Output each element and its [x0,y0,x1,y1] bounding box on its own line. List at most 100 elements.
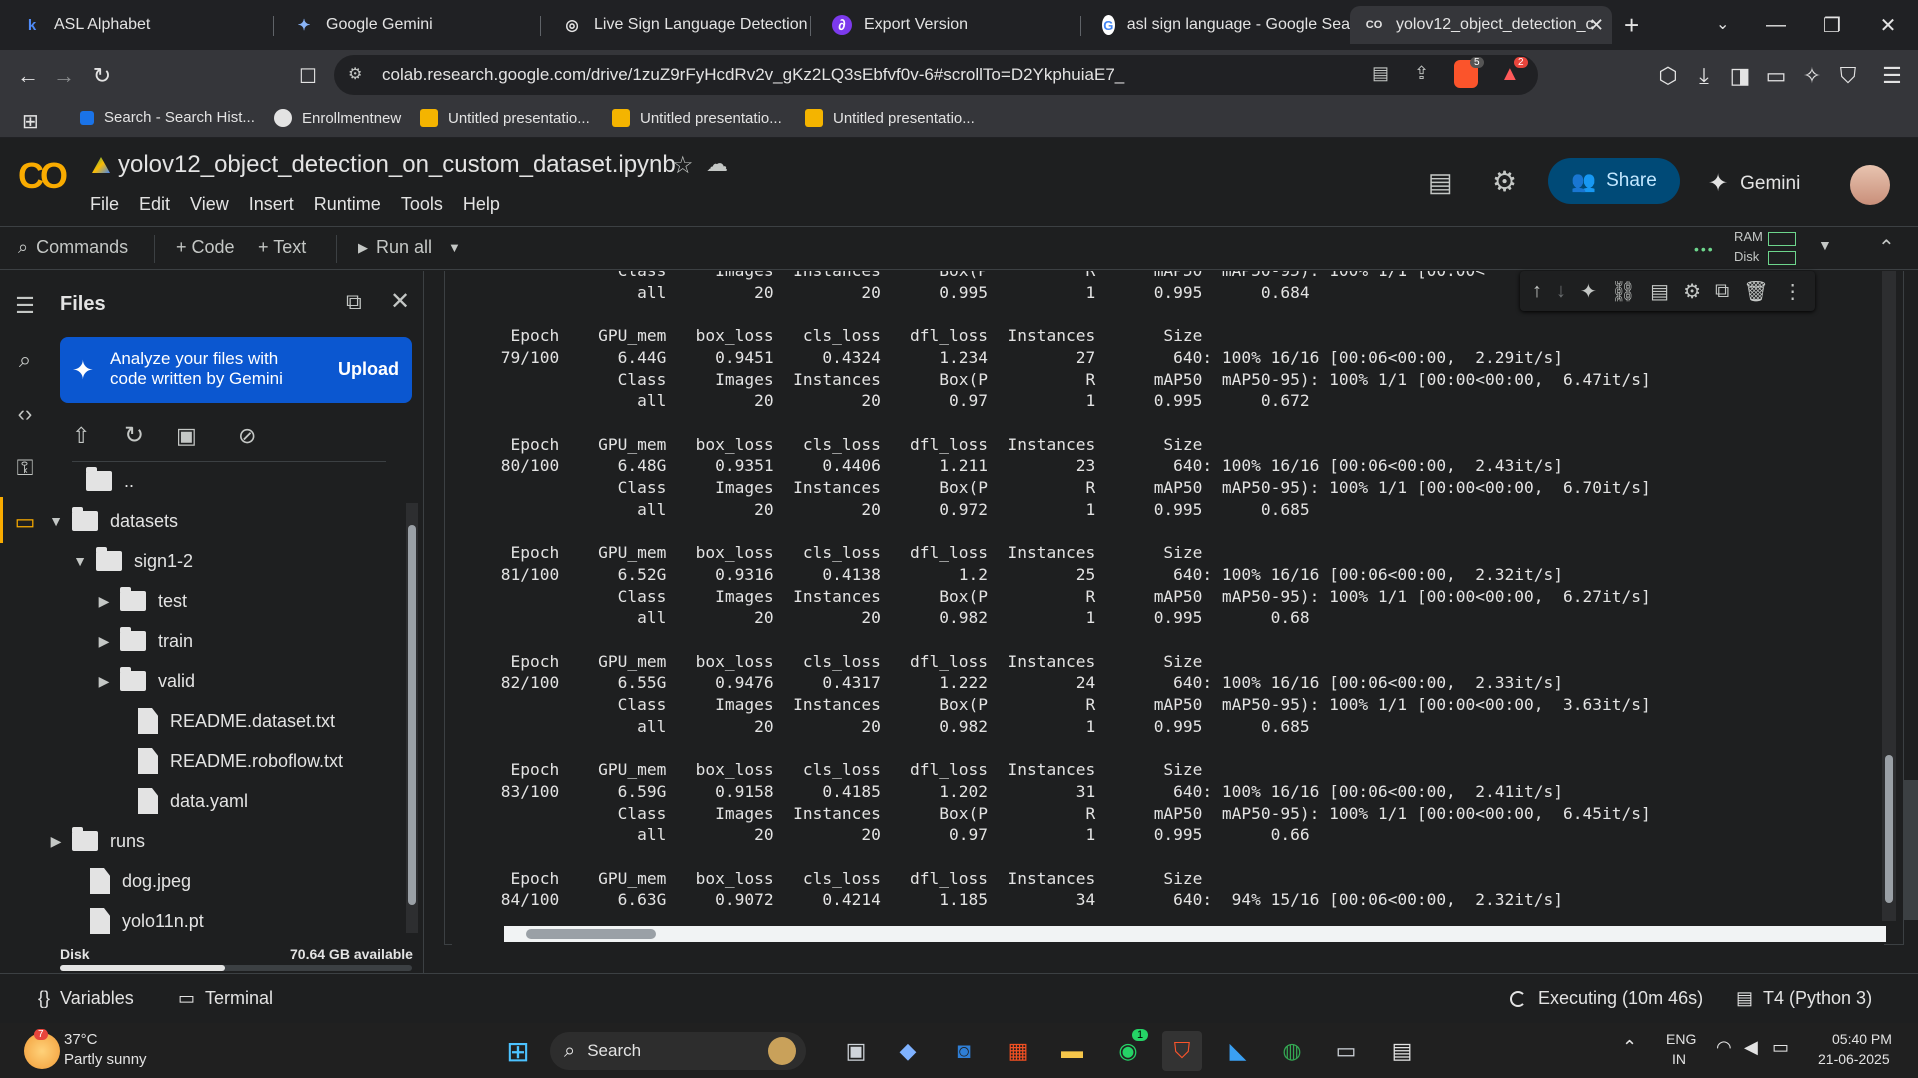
new-tab-icon[interactable]: + [1624,10,1639,41]
bookmark-presentation-3[interactable]: Untitled presentatio... [805,109,975,127]
tree-item-sign1-2[interactable]: ▼ sign1-2 [70,546,193,576]
lang-bottom[interactable]: IN [1672,1051,1686,1067]
tab-export-version[interactable]: ∂ Export Version [818,6,1080,44]
tree-item-test[interactable]: ▶ test [94,586,187,616]
add-text-button[interactable]: + Text [258,237,306,258]
terminal-button[interactable]: ▭ Terminal [178,988,273,1009]
tree-item-parent[interactable]: .. [86,466,134,496]
colab-logo[interactable]: CO [18,155,68,197]
site-info-icon[interactable]: ⚙ [348,64,362,84]
bookmark-presentation-1[interactable]: Untitled presentatio... [420,109,590,127]
caret-down-icon[interactable]: ▼ [70,553,90,569]
files-scrollbar[interactable] [406,503,418,933]
link-icon[interactable]: ⛓ [1611,279,1636,304]
lang-top[interactable]: ENG [1666,1031,1696,1047]
bookmark-presentation-2[interactable]: Untitled presentatio... [612,109,782,127]
gemini-button[interactable]: ✦ Gemini [1708,169,1800,198]
code-snippets-icon[interactable]: ‹› [10,399,40,429]
cloud-saved-icon[interactable]: ☁ [706,151,728,177]
bookmark-enrollment[interactable]: Enrollmentnew [274,109,401,127]
ram-meter[interactable] [1768,232,1796,246]
volume-icon[interactable]: ◀ [1744,1037,1758,1058]
terminal-app-icon[interactable]: ▭ [1326,1031,1366,1071]
upload-button[interactable]: Upload [338,359,399,380]
caret-right-icon[interactable]: ▶ [94,593,114,610]
copilot-icon[interactable]: ◆ [888,1031,928,1071]
tab-search-chevron-icon[interactable]: ⌄ [1716,14,1729,34]
delete-icon[interactable]: 🗑 [1743,279,1768,304]
variables-button[interactable]: {} Variables [38,988,134,1009]
brave-taskbar-icon[interactable]: ⛉ [1162,1031,1202,1071]
page-scrollbar[interactable] [1904,780,1918,920]
tree-item-dog-jpeg[interactable]: dog.jpeg [90,866,191,896]
reader-mode-icon[interactable]: ▤ [1372,63,1389,84]
mount-drive-icon[interactable]: ▣ [176,423,197,449]
tray-chevron-icon[interactable]: ⌃ [1622,1037,1637,1058]
bookmark-icon[interactable]: ☐ [292,60,324,92]
notepad-icon[interactable]: ▤ [1382,1031,1422,1071]
clock-time[interactable]: 05:40 PM [1832,1031,1892,1047]
find-icon[interactable]: ⌕ [10,345,40,375]
tree-item-yolo11n[interactable]: yolo11n.pt [90,906,204,936]
tab-colab-active[interactable]: CO yolov12_object_detection_c ✕ [1350,6,1612,44]
more-vert-icon[interactable]: ⋮ [1783,279,1803,304]
windows-start-icon[interactable]: ⊞ [498,1031,538,1071]
window-close-icon[interactable]: ✕ [1860,0,1916,50]
commands-button[interactable]: ⌕ Commands [18,237,128,258]
open-in-tab-icon[interactable]: ⧉ [346,289,362,315]
tree-item-train[interactable]: ▶ train [94,626,193,656]
caret-right-icon[interactable]: ▶ [94,633,114,650]
execution-status[interactable]: Executing (10m 46s) [1510,988,1703,1009]
gemini-promo[interactable]: ✦ Analyze your files with code written b… [60,337,412,403]
task-view-icon[interactable]: ▣ [836,1031,876,1071]
menu-view[interactable]: View [190,194,229,215]
menu-edit[interactable]: Edit [139,194,170,215]
files-scrollbar-thumb[interactable] [408,525,416,905]
taskbar-search[interactable]: ⌕ Search [550,1032,806,1070]
share-page-icon[interactable]: ⇪ [1414,63,1429,84]
move-down-icon[interactable]: ↓ [1556,280,1566,303]
back-icon[interactable]: ← [12,60,44,92]
collapse-header-icon[interactable]: ⌃ [1878,235,1895,260]
caret-right-icon[interactable]: ▶ [46,833,66,850]
comments-icon[interactable]: ▤ [1428,167,1453,198]
downloads-icon[interactable]: ⤓ [1688,60,1720,92]
vscode-icon[interactable]: ◣ [1218,1031,1258,1071]
runtime-status[interactable]: ▤ T4 (Python 3) [1736,988,1872,1009]
vpn-icon[interactable]: ⛉ [1832,60,1864,92]
address-bar[interactable]: ⚙ colab.research.google.com/drive/1zuZ9r… [334,55,1538,95]
tree-item-data-yaml[interactable]: data.yaml [138,786,248,816]
wifi-icon[interactable]: ◠ [1716,1037,1732,1058]
menu-runtime[interactable]: Runtime [314,194,381,215]
settings-gear-icon[interactable]: ⚙ [1492,165,1517,198]
forward-icon[interactable]: → [48,60,80,92]
extensions-icon[interactable]: ⬡ [1652,60,1684,92]
leo-ai-icon[interactable]: ✧ [1796,60,1828,92]
hide-files-icon[interactable]: ⊘ [238,423,256,449]
tree-item-datasets[interactable]: ▼ datasets [46,506,178,536]
resources-chevron-icon[interactable]: ▼ [1818,237,1832,253]
battery-icon[interactable]: ▭ [1772,1037,1789,1058]
tree-item-valid[interactable]: ▶ valid [94,666,195,696]
share-button[interactable]: 👥 Share [1548,158,1680,204]
tab-asl-alphabet[interactable]: k ASL Alphabet [8,6,270,44]
bookmark-search-history[interactable]: Search - Search Hist... [80,109,255,126]
upload-file-icon[interactable]: ⇧ [72,423,90,449]
output-vscroll-thumb[interactable] [1885,755,1893,903]
disk-meter[interactable] [1768,251,1796,265]
toc-icon[interactable]: ☰ [10,291,40,321]
comment-icon[interactable]: ▤ [1650,279,1669,304]
move-up-icon[interactable]: ↑ [1532,280,1542,303]
tab-google-search[interactable]: G asl sign language - Google Sea [1088,6,1350,44]
output-hscroll-thumb[interactable] [526,929,656,939]
tab-google-gemini[interactable]: ✦ Google Gemini [280,6,542,44]
restore-icon[interactable]: ❐ [1804,0,1860,50]
gemini-cell-icon[interactable]: ✦ [1580,279,1597,304]
outlook-icon[interactable]: ◙ [944,1031,984,1071]
run-all-button[interactable]: ▶ Run all ▼ [358,237,461,258]
apps-grid-icon[interactable]: ⊞ [22,109,39,134]
menu-file[interactable]: File [90,194,119,215]
chevron-down-icon[interactable]: ▼ [448,240,461,255]
wallet-icon[interactable]: ▭ [1760,60,1792,92]
close-tab-icon[interactable]: ✕ [1589,15,1604,36]
